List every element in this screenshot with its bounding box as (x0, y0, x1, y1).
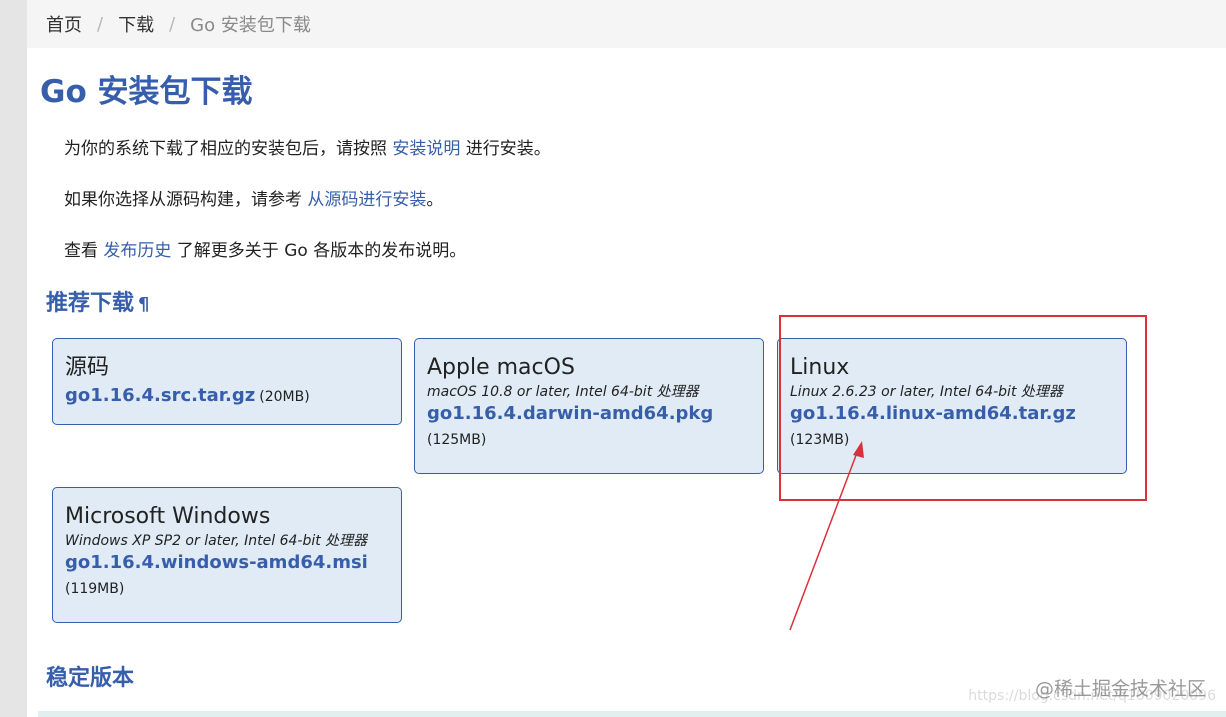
install-instructions-link[interactable]: 安装说明 (392, 139, 460, 159)
card-os-name: Microsoft Windows (65, 504, 271, 529)
file-size: (20MB) (259, 389, 310, 405)
intro-text: 进行安装。 (460, 139, 551, 159)
intro-paragraph-install: 为你的系统下载了相应的安装包后，请按照 安装说明 进行安装。 (64, 134, 551, 159)
breadcrumb: 首页 / 下载 / Go 安装包下载 (27, 0, 1226, 48)
breadcrumb-separator: / (169, 13, 176, 35)
intro-text: 了解更多关于 Go 各版本的发布说明。 (171, 241, 467, 261)
system-requirements: macOS 10.8 or later, Intel 64-bit 处理器 (427, 384, 699, 400)
download-file-link[interactable]: go1.16.4.darwin-amd64.pkg (427, 403, 713, 424)
system-requirements: Windows XP SP2 or later, Intel 64-bit 处理… (65, 533, 368, 549)
intro-paragraph-source: 如果你选择从源码构建，请参考 从源码进行安装。 (64, 185, 443, 210)
left-gutter (0, 0, 27, 717)
intro-text: 如果你选择从源码构建，请参考 (64, 190, 308, 210)
stable-section-strip (38, 711, 1226, 717)
page-title: Go 安装包下载 (40, 74, 253, 110)
download-file-link[interactable]: go1.16.4.windows-amd64.msi (65, 552, 368, 573)
breadcrumb-home[interactable]: 首页 (46, 11, 82, 37)
stable-versions-heading: 稳定版本 (46, 666, 135, 691)
highlight-box (779, 315, 1147, 501)
install-from-source-link[interactable]: 从源码进行安装 (307, 190, 426, 210)
intro-text: 查看 (64, 241, 104, 261)
file-size: (119MB) (65, 581, 125, 597)
intro-paragraph-history: 查看 发布历史 了解更多关于 Go 各版本的发布说明。 (64, 236, 466, 261)
watermark: @稀土掘金技术社区 (1034, 678, 1206, 700)
breadcrumb-separator: / (97, 13, 104, 35)
download-file-link[interactable]: go1.16.4.src.tar.gz (65, 385, 255, 406)
breadcrumb-downloads[interactable]: 下载 (118, 11, 154, 37)
featured-downloads-heading: 推荐下载 ¶ (46, 285, 149, 317)
card-os-name: 源码 (65, 355, 110, 380)
release-history-link[interactable]: 发布历史 (103, 241, 171, 261)
intro-text: 。 (426, 190, 444, 210)
breadcrumb-current: Go 安装包下载 (190, 15, 311, 36)
card-os-name: Apple macOS (427, 355, 575, 380)
intro-text: 为你的系统下载了相应的安装包后，请按照 (64, 139, 393, 159)
featured-heading-text: 推荐下载 (46, 291, 135, 316)
file-size: (125MB) (427, 432, 487, 448)
download-card-macos[interactable]: Apple macOS macOS 10.8 or later, Intel 6… (414, 338, 764, 474)
download-card-windows[interactable]: Microsoft Windows Windows XP SP2 or late… (52, 487, 402, 623)
anchor-link[interactable]: ¶ (138, 294, 149, 315)
download-card-source[interactable]: 源码 go1.16.4.src.tar.gz (20MB) (52, 338, 402, 425)
